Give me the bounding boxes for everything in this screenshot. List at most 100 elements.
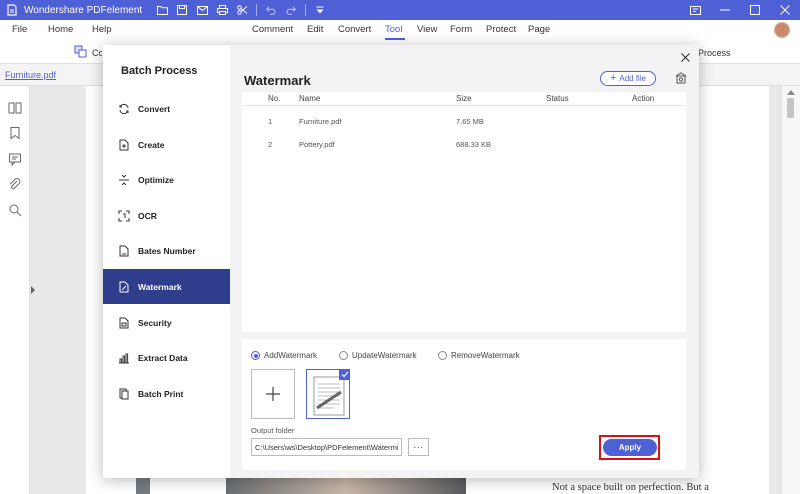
row-size: 688.33 KB <box>456 140 492 149</box>
watermark-panel: Watermark + Add file No. Name Size Statu… <box>230 45 699 478</box>
close-window-icon[interactable] <box>770 0 800 20</box>
page-text-line: Not a space built on perfection. But a <box>552 482 709 493</box>
add-file-button[interactable]: + Add file <box>600 71 656 86</box>
maximize-icon[interactable] <box>740 0 770 20</box>
search-icon[interactable] <box>8 203 22 217</box>
app-title: Wondershare PDFelement <box>24 4 143 16</box>
nav-item-label: Bates Number <box>138 245 196 256</box>
open-folder-icon[interactable] <box>152 0 172 20</box>
user-avatar[interactable] <box>774 22 790 38</box>
radio-dot[interactable] <box>339 351 348 360</box>
watermark-template[interactable] <box>306 369 350 419</box>
redo-icon[interactable] <box>281 0 301 20</box>
quick-access-dropdown-icon[interactable] <box>310 0 330 20</box>
page-photo-bottom <box>226 476 466 494</box>
menu-form[interactable]: Form <box>450 24 472 35</box>
document-tab[interactable]: Furniture.pdf <box>5 70 56 80</box>
sidebar-expand-arrow-icon[interactable] <box>31 286 35 294</box>
nav-item-create[interactable]: Create <box>103 127 230 162</box>
row-name: Pottery.pdf <box>299 140 335 149</box>
menu-view[interactable]: View <box>417 24 437 35</box>
settings-icon[interactable] <box>674 71 688 85</box>
apply-button[interactable]: Apply <box>603 439 657 456</box>
bates-number-icon <box>117 244 131 258</box>
ribbon-combine-label[interactable]: Co <box>92 48 102 58</box>
menu-tool[interactable]: Tool <box>385 24 402 35</box>
nav-item-extract-data[interactable]: Extract Data <box>103 340 230 375</box>
minimize-icon[interactable] <box>710 0 740 20</box>
menu-edit[interactable]: Edit <box>307 24 323 35</box>
bookmark-icon[interactable] <box>8 126 22 140</box>
security-icon <box>117 316 131 330</box>
nav-item-label: Convert <box>138 103 171 114</box>
nav-item-label: Extract Data <box>138 352 188 363</box>
nav-item-security[interactable]: Security <box>103 305 230 340</box>
watermark-options: AddWatermark UpdateWatermark RemoveWater… <box>242 339 686 470</box>
ribbon-batch-process-label[interactable]: Process <box>698 48 731 58</box>
comment-icon[interactable] <box>8 152 22 167</box>
menu-comment[interactable]: Comment <box>252 24 293 35</box>
extract-data-icon <box>117 351 131 365</box>
vertical-scrollbar[interactable] <box>781 86 800 494</box>
nav-item-label: OCR <box>138 210 157 221</box>
nav-item-watermark[interactable]: Watermark <box>103 269 230 304</box>
nav-item-optimize[interactable]: Optimize <box>103 162 230 197</box>
optimize-icon <box>117 173 131 187</box>
radio-remove-watermark[interactable]: RemoveWatermark <box>438 351 520 360</box>
menu-file[interactable]: File <box>12 24 27 35</box>
watermark-icon <box>117 280 131 294</box>
close-dialog-icon[interactable] <box>679 51 691 63</box>
nav-item-label: Create <box>138 139 165 150</box>
menu-help[interactable]: Help <box>92 24 112 35</box>
email-icon[interactable] <box>192 0 212 20</box>
add-template-button[interactable] <box>251 369 295 419</box>
toolbar-separator <box>256 4 257 16</box>
row-name: Furniture.pdf <box>299 117 342 126</box>
row-no: 1 <box>268 117 273 126</box>
add-file-label: Add file <box>619 74 647 83</box>
batch-process-dialog: Batch Process Convert Create Optimize OC… <box>103 45 699 478</box>
column-header-name: Name <box>299 94 321 103</box>
output-folder-input[interactable] <box>251 438 402 456</box>
nav-item-batch-print[interactable]: Batch Print <box>103 376 230 411</box>
menu-protect[interactable]: Protect <box>486 24 516 35</box>
browse-button[interactable]: ··· <box>408 438 429 456</box>
radio-update-watermark[interactable]: UpdateWatermark <box>339 351 417 360</box>
batch-print-icon <box>117 387 131 401</box>
radio-label: UpdateWatermark <box>352 351 417 360</box>
toolbar-separator <box>305 4 306 16</box>
batch-nav-title: Batch Process <box>121 65 198 77</box>
title-bar: Wondershare PDFelement <box>0 0 800 20</box>
nav-item-label: Security <box>138 317 172 328</box>
thumbnails-icon[interactable] <box>8 101 22 115</box>
save-icon[interactable] <box>172 0 192 20</box>
combine-files-icon[interactable] <box>74 45 88 59</box>
nav-item-ocr[interactable]: OCR <box>103 198 230 233</box>
feedback-icon[interactable] <box>680 0 710 20</box>
radio-dot[interactable] <box>438 351 447 360</box>
nav-item-label: Optimize <box>138 174 174 185</box>
nav-item-convert[interactable]: Convert <box>103 91 230 126</box>
undo-icon[interactable] <box>261 0 281 20</box>
radio-label: RemoveWatermark <box>451 351 520 360</box>
column-header-size: Size <box>456 94 472 103</box>
selected-check-icon <box>339 369 350 380</box>
print-icon[interactable] <box>212 0 232 20</box>
radio-dot[interactable] <box>251 351 260 360</box>
attachment-icon[interactable] <box>8 178 22 192</box>
scroll-thumb[interactable] <box>787 98 794 118</box>
row-size: 7.65 MB <box>456 117 484 126</box>
nav-item-bates-number[interactable]: Bates Number <box>103 233 230 268</box>
row-no: 2 <box>268 140 273 149</box>
scissors-icon[interactable] <box>232 0 252 20</box>
ocr-icon <box>117 209 131 223</box>
column-header-action: Action <box>632 94 655 103</box>
nav-item-label: Watermark <box>138 281 182 292</box>
scroll-up-arrow-icon[interactable] <box>787 90 795 95</box>
menu-bar: File Home Help Comment Edit Convert Tool… <box>0 20 800 40</box>
menu-page[interactable]: Page <box>528 24 550 35</box>
radio-add-watermark[interactable]: AddWatermark <box>251 351 317 360</box>
menu-home[interactable]: Home <box>48 24 73 35</box>
column-header-status: Status <box>546 94 569 103</box>
menu-convert[interactable]: Convert <box>338 24 371 35</box>
